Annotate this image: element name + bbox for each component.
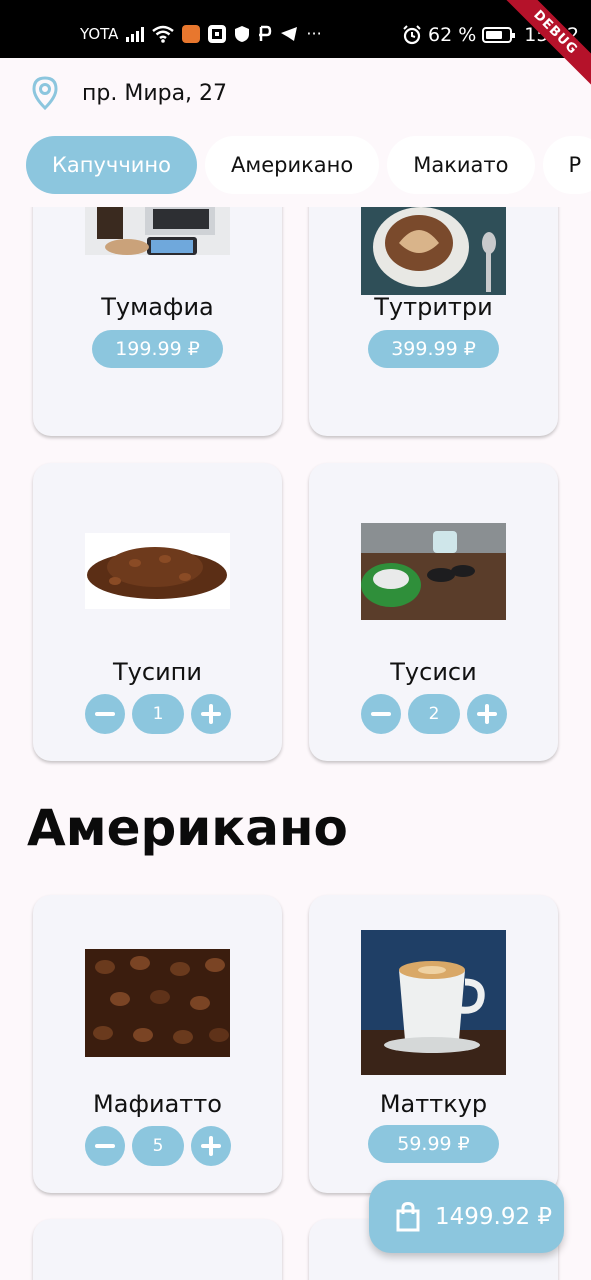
status-bar: YOTA ··· 62 % 15:52 — [0, 0, 591, 58]
product-name: Тутритри — [374, 293, 493, 321]
product-card[interactable] — [33, 1219, 282, 1280]
product-name: Матткур — [379, 1090, 488, 1118]
alarm-icon — [403, 25, 421, 45]
product-name: Тумафиа — [101, 293, 214, 321]
product-image — [361, 207, 506, 295]
cart-total: 1499.92 ₽ — [435, 1203, 553, 1230]
quantity-value: 1 — [132, 694, 184, 734]
price-button[interactable]: 59.99 ₽ — [368, 1125, 499, 1163]
ruble-app-icon — [259, 25, 272, 41]
quantity-stepper: 2 — [361, 694, 507, 734]
app-notification-icon-2 — [208, 24, 227, 43]
carrier-label: YOTA — [80, 24, 119, 43]
product-image — [361, 930, 506, 1075]
product-image — [85, 207, 230, 255]
category-tabs: Капуччино Американо Макиато Р — [26, 136, 591, 196]
section-title-americano: Американо — [27, 799, 348, 857]
product-card[interactable]: Тумафиа 199.99 ₽ — [33, 207, 282, 436]
decrease-quantity-button[interactable] — [85, 694, 125, 734]
increase-quantity-button[interactable] — [191, 1126, 231, 1166]
product-image — [361, 523, 506, 620]
increase-quantity-button[interactable] — [467, 694, 507, 734]
product-card[interactable]: Тутритри 399.99 ₽ — [309, 207, 558, 436]
product-image — [85, 533, 230, 609]
status-bar-left: YOTA ··· — [80, 24, 322, 43]
product-name: Мафиатто — [93, 1090, 222, 1118]
product-card[interactable]: Мафиатто 5 — [33, 895, 282, 1193]
product-name: Тусипи — [113, 658, 202, 686]
app-notification-icon — [182, 24, 201, 43]
price-button[interactable]: 399.99 ₽ — [368, 330, 499, 368]
address-selector[interactable]: пр. Мира, 27 — [32, 76, 227, 110]
product-card[interactable]: Матткур 59.99 ₽ — [309, 895, 558, 1193]
quantity-stepper: 5 — [85, 1126, 231, 1166]
shield-icon — [235, 25, 250, 42]
product-list[interactable]: Тумафиа 199.99 ₽ Тутритри 399.99 ₽ Тусип… — [0, 207, 591, 1280]
product-card[interactable]: Тусипи 1 — [33, 463, 282, 761]
more-notifications-icon: ··· — [306, 24, 322, 43]
increase-quantity-button[interactable] — [191, 694, 231, 734]
quantity-stepper: 1 — [85, 694, 231, 734]
decrease-quantity-button[interactable] — [361, 694, 401, 734]
product-card[interactable]: Тусиси 2 — [309, 463, 558, 761]
battery-icon — [482, 27, 516, 43]
cart-button[interactable]: 1499.92 ₽ — [369, 1180, 564, 1253]
address-text: пр. Мира, 27 — [82, 80, 228, 106]
location-pin-icon — [32, 76, 58, 110]
telegram-icon — [281, 26, 298, 41]
product-name: Тусиси — [390, 658, 477, 686]
price-button[interactable]: 199.99 ₽ — [92, 330, 223, 368]
quantity-value: 5 — [132, 1126, 184, 1166]
shopping-bag-icon — [396, 1201, 420, 1231]
decrease-quantity-button[interactable] — [85, 1126, 125, 1166]
tab-next-category[interactable]: Р — [542, 136, 591, 194]
tab-macchiato[interactable]: Макиато — [387, 136, 535, 194]
battery-percent: 62 % — [428, 24, 477, 46]
product-image — [85, 949, 230, 1057]
tab-americano[interactable]: Американо — [204, 136, 380, 194]
quantity-value: 2 — [408, 694, 460, 734]
tab-cappuccino[interactable]: Капуччино — [26, 136, 197, 194]
wifi-icon — [152, 25, 175, 43]
signal-icon — [126, 26, 145, 42]
